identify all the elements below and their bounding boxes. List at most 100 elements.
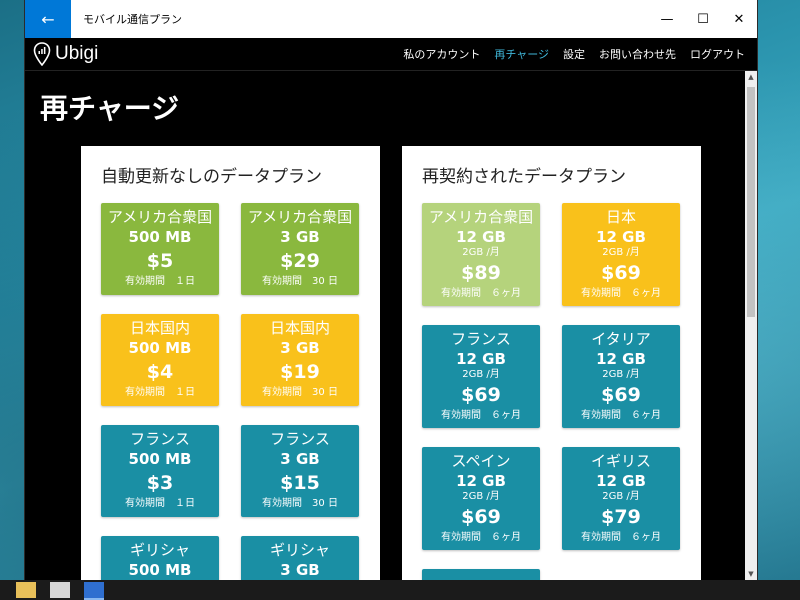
plan-tile[interactable]: 日本国内 500 MB $4 有効期間 １日 [101, 314, 219, 406]
plan-validity: 有効期間 ６ヶ月 [581, 410, 661, 421]
plan-tile[interactable]: ギリシャ 3 GB [241, 536, 359, 580]
renewing-plans-panel: 再契約されたデータプラン アメリカ合衆国 12 GB 2GB /月 $89 有効期間 ６… [402, 146, 701, 580]
window-title: モバイル通信プラン [83, 13, 182, 26]
file-explorer-icon[interactable] [16, 582, 36, 598]
plan-tile[interactable]: フランス 3 GB $15 有効期間 30 日 [241, 425, 359, 517]
plan-data-size: 12 GB [596, 472, 646, 490]
title-bar: ← モバイル通信プラン — ☐ ✕ [25, 0, 757, 38]
plan-tile[interactable]: 日本 12 GB 2GB /月 $69 有効期間 ６ヶ月 [562, 203, 680, 306]
plan-data-size: 500 MB [128, 228, 192, 246]
plan-price: $29 [280, 250, 320, 272]
plan-data-size: 12 GB [596, 228, 646, 246]
plan-country: 日本国内 [129, 319, 190, 337]
window-controls: — ☐ ✕ [649, 0, 757, 38]
page-title: 再チャージ [40, 92, 180, 125]
plan-price: $15 [280, 472, 320, 494]
scroll-thumb[interactable] [747, 87, 755, 317]
plan-data-size: 3 GB [280, 228, 320, 246]
panel-heading: 自動更新なしのデータプラン [101, 167, 322, 187]
notepad-icon[interactable] [50, 582, 70, 598]
app-navbar: Ubigi 私のアカウント 再チャージ 設定 お問い合わせ先 ログアウト [25, 38, 757, 71]
plan-country: アメリカ合衆国 [107, 208, 213, 226]
plan-country: フランス [451, 330, 511, 348]
plan-validity: 有効期間 １日 [125, 387, 195, 398]
vertical-scrollbar[interactable]: ▲ ▼ [745, 71, 757, 580]
maximize-button[interactable]: ☐ [685, 0, 721, 38]
app-window: ← モバイル通信プラン — ☐ ✕ Ubigi 私のアカウント 再チャージ 設定 お問… [25, 0, 757, 580]
logo-text: Ubigi [55, 43, 99, 64]
plan-validity: 有効期間 30 日 [262, 387, 338, 398]
plan-country: 日本 [605, 208, 636, 226]
plan-tile[interactable]: フランス 500 MB $3 有効期間 １日 [101, 425, 219, 517]
no-renewal-plans-panel: 自動更新なしのデータプラン アメリカ合衆国 500 MB $5 有効期間 １日 アメリカ… [81, 146, 380, 580]
plan-data-size: 12 GB [596, 350, 646, 368]
plan-validity: 有効期間 ６ヶ月 [441, 410, 521, 421]
scroll-up-icon[interactable]: ▲ [745, 71, 757, 83]
plan-price: $69 [601, 262, 641, 284]
plan-tile[interactable]: フランス 12 GB 2GB /月 $69 有効期間 ６ヶ月 [422, 325, 540, 428]
plan-validity: 有効期間 30 日 [262, 276, 338, 287]
plan-price: $5 [146, 250, 174, 272]
plan-country: ギリシャ [129, 541, 190, 559]
plan-validity: 有効期間 １日 [125, 498, 195, 509]
plan-tile[interactable]: アメリカ合衆国 500 MB $5 有効期間 １日 [101, 203, 219, 295]
app-taskbar-icon[interactable] [84, 582, 104, 600]
nav-menu: 私のアカウント 再チャージ 設定 お問い合わせ先 ログアウト [389, 38, 745, 70]
plan-monthly-allowance: 2GB /月 [602, 369, 640, 380]
nav-link[interactable]: お問い合わせ先 [599, 46, 676, 62]
maximize-icon: ☐ [697, 11, 709, 27]
plan-data-size: 3 GB [280, 450, 320, 468]
plan-data-size: 12 GB [456, 228, 506, 246]
nav-link[interactable]: 設定 [563, 46, 585, 62]
taskbar [0, 580, 800, 600]
plan-country: アメリカ合衆国 [428, 208, 534, 226]
plan-tile[interactable]: 日本国内 3 GB $19 有効期間 30 日 [241, 314, 359, 406]
plan-country: イタリア [591, 330, 651, 348]
location-pin-logo-icon [33, 42, 51, 66]
plan-price: $3 [146, 472, 174, 494]
close-button[interactable]: ✕ [721, 0, 757, 38]
plan-validity: 有効期間 ６ヶ月 [581, 532, 661, 543]
back-button[interactable]: ← [25, 0, 71, 38]
plan-monthly-allowance: 2GB /月 [602, 491, 640, 502]
plan-validity: 有効期間 ６ヶ月 [441, 532, 521, 543]
plan-tile[interactable] [422, 569, 540, 580]
back-arrow-icon: ← [41, 9, 55, 29]
nav-link[interactable]: 私のアカウント [403, 46, 480, 62]
app-logo[interactable]: Ubigi [33, 42, 98, 66]
plan-price: $79 [601, 506, 641, 528]
plan-tile[interactable]: ギリシャ 500 MB [101, 536, 219, 580]
nav-link[interactable]: ログアウト [690, 46, 745, 62]
plan-price: $69 [461, 384, 501, 406]
plan-data-size: 500 MB [128, 339, 192, 357]
nav-link[interactable]: 再チャージ [494, 46, 549, 62]
plan-country: アメリカ合衆国 [247, 208, 353, 226]
plan-country: 日本国内 [269, 319, 330, 337]
plan-monthly-allowance: 2GB /月 [462, 369, 500, 380]
plan-data-size: 3 GB [280, 339, 320, 357]
plan-monthly-allowance: 2GB /月 [602, 247, 640, 258]
plan-monthly-allowance: 2GB /月 [462, 491, 500, 502]
scroll-down-icon[interactable]: ▼ [745, 568, 757, 580]
plan-data-size: 12 GB [456, 472, 506, 490]
plan-tile[interactable]: スペイン 12 GB 2GB /月 $69 有効期間 ６ヶ月 [422, 447, 540, 550]
close-icon: ✕ [733, 11, 745, 27]
main-content: 再チャージ 自動更新なしのデータプラン アメリカ合衆国 500 MB $5 有効期間 … [25, 71, 745, 580]
plan-tile[interactable]: アメリカ合衆国 3 GB $29 有効期間 30 日 [241, 203, 359, 295]
plan-tile[interactable]: イギリス 12 GB 2GB /月 $79 有効期間 ６ヶ月 [562, 447, 680, 550]
plan-data-size: 12 GB [456, 350, 506, 368]
minimize-button[interactable]: — [649, 0, 685, 38]
plan-tile[interactable]: イタリア 12 GB 2GB /月 $69 有効期間 ６ヶ月 [562, 325, 680, 428]
plan-price: $69 [461, 506, 501, 528]
plan-validity: 有効期間 １日 [125, 276, 195, 287]
plan-data-size: 3 GB [280, 561, 320, 579]
plan-country: イギリス [590, 452, 651, 470]
plan-data-size: 500 MB [128, 450, 192, 468]
panel-heading: 再契約されたデータプラン [422, 167, 626, 187]
plan-price: $69 [601, 384, 641, 406]
plan-price: $19 [280, 361, 320, 383]
plan-data-size: 500 MB [128, 561, 192, 579]
plan-country: フランス [270, 430, 330, 448]
plan-tile[interactable]: アメリカ合衆国 12 GB 2GB /月 $89 有効期間 ６ヶ月 [422, 203, 540, 306]
plan-country: スペイン [451, 452, 511, 470]
